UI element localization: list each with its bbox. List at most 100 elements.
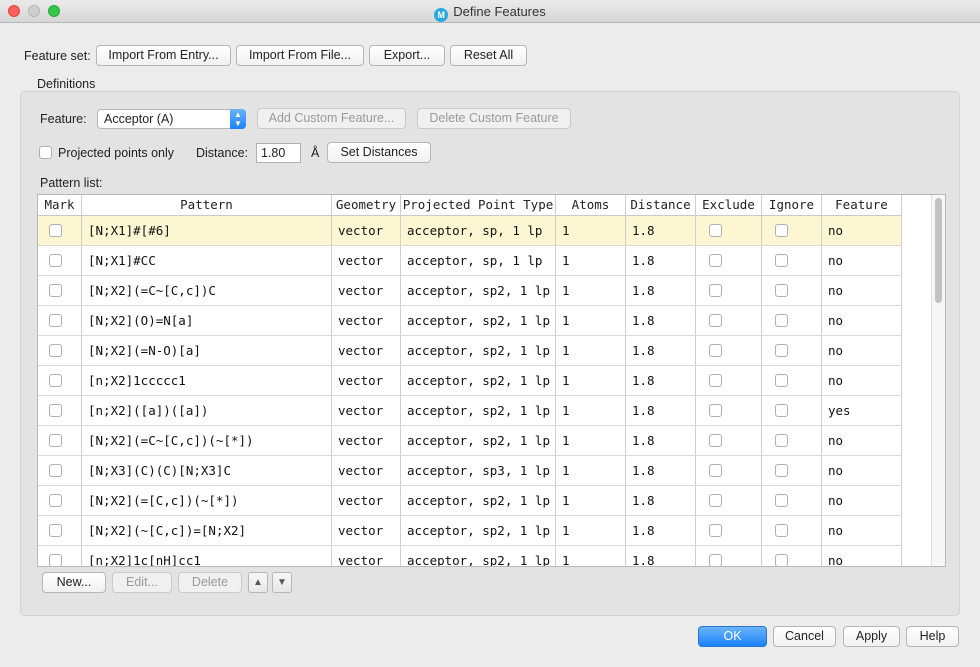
column-header-geometry[interactable]: Geometry bbox=[332, 195, 401, 215]
cell-atoms: 1 bbox=[556, 426, 626, 455]
table-row[interactable]: [N;X3](C)(C)[N;X3]C vector acceptor, sp3, … bbox=[38, 456, 902, 486]
mark-checkbox[interactable] bbox=[49, 374, 62, 387]
mark-checkbox[interactable] bbox=[49, 524, 62, 537]
table-row[interactable]: [n;X2]([a])([a]) vector acceptor, sp2, 1 l… bbox=[38, 396, 902, 426]
mark-checkbox[interactable] bbox=[49, 464, 62, 477]
ignore-checkbox[interactable] bbox=[775, 524, 788, 537]
new-pattern-button[interactable]: New... bbox=[42, 572, 106, 593]
mark-checkbox[interactable] bbox=[49, 434, 62, 447]
cell-geometry: vector bbox=[332, 306, 401, 335]
delete-custom-feature-button[interactable]: Delete Custom Feature bbox=[417, 108, 571, 129]
cell-feature: no bbox=[822, 366, 902, 395]
apply-button[interactable]: Apply bbox=[843, 626, 900, 647]
column-header-atoms[interactable]: Atoms bbox=[556, 195, 626, 215]
column-header-projected-point-type[interactable]: Projected Point Type bbox=[401, 195, 556, 215]
table-row[interactable]: [N;X1]#CC vector acceptor, sp, 1 lp 1 1.8 no bbox=[38, 246, 902, 276]
feature-select[interactable]: Acceptor (A) ▲ ▼ bbox=[97, 109, 246, 129]
cell-atoms: 1 bbox=[556, 366, 626, 395]
column-header-exclude[interactable]: Exclude bbox=[696, 195, 762, 215]
ignore-checkbox[interactable] bbox=[775, 224, 788, 237]
mark-checkbox[interactable] bbox=[49, 554, 62, 566]
distance-input[interactable]: 1.80 bbox=[256, 143, 301, 163]
table-row[interactable]: [N;X1]#[#6] vector acceptor, sp, 1 lp 1 1.8 n… bbox=[38, 216, 902, 246]
ignore-checkbox[interactable] bbox=[775, 254, 788, 267]
cell-feature: no bbox=[822, 426, 902, 455]
ignore-checkbox[interactable] bbox=[775, 344, 788, 357]
exclude-checkbox[interactable] bbox=[709, 344, 722, 357]
move-up-icon[interactable]: ▲ bbox=[248, 572, 268, 593]
scrollbar-thumb[interactable] bbox=[935, 198, 942, 303]
exclude-checkbox[interactable] bbox=[709, 554, 722, 566]
exclude-checkbox[interactable] bbox=[709, 404, 722, 417]
mark-checkbox[interactable] bbox=[49, 344, 62, 357]
cell-mark bbox=[38, 366, 82, 395]
exclude-checkbox[interactable] bbox=[709, 524, 722, 537]
export-button[interactable]: Export... bbox=[369, 45, 445, 66]
ignore-checkbox[interactable] bbox=[775, 494, 788, 507]
edit-pattern-button[interactable]: Edit... bbox=[112, 572, 172, 593]
table-row[interactable]: [N;X2](=N-O)[a] vector acceptor, sp2, 1 lp… bbox=[38, 336, 902, 366]
mark-checkbox[interactable] bbox=[49, 314, 62, 327]
table-scrollbar[interactable] bbox=[931, 195, 945, 566]
exclude-checkbox[interactable] bbox=[709, 224, 722, 237]
mark-checkbox[interactable] bbox=[49, 404, 62, 417]
table-row[interactable]: [n;X2]1c[nH]cc1 vector acceptor, sp2, 1 lp… bbox=[38, 546, 902, 566]
column-header-pattern[interactable]: Pattern bbox=[82, 195, 332, 215]
mark-checkbox[interactable] bbox=[49, 224, 62, 237]
cancel-button[interactable]: Cancel bbox=[773, 626, 836, 647]
table-row[interactable]: [N;X2](~[C,c])=[N;X2] vector acceptor, sp2… bbox=[38, 516, 902, 546]
cell-feature: no bbox=[822, 336, 902, 365]
ignore-checkbox[interactable] bbox=[775, 284, 788, 297]
exclude-checkbox[interactable] bbox=[709, 494, 722, 507]
ignore-checkbox[interactable] bbox=[775, 464, 788, 477]
cell-exclude bbox=[696, 486, 762, 515]
cell-mark bbox=[38, 276, 82, 305]
mark-checkbox[interactable] bbox=[49, 494, 62, 507]
cell-projected-point-type: acceptor, sp2, 1 lp bbox=[401, 276, 556, 305]
ignore-checkbox[interactable] bbox=[775, 374, 788, 387]
exclude-checkbox[interactable] bbox=[709, 434, 722, 447]
cell-feature: no bbox=[822, 516, 902, 545]
help-button[interactable]: Help bbox=[906, 626, 959, 647]
cell-ignore bbox=[762, 306, 822, 335]
ignore-checkbox[interactable] bbox=[775, 434, 788, 447]
add-custom-feature-button[interactable]: Add Custom Feature... bbox=[257, 108, 406, 129]
table-row[interactable]: [N;X2](=C~[C,c])C vector acceptor, sp2, 1 … bbox=[38, 276, 902, 306]
ignore-checkbox[interactable] bbox=[775, 554, 788, 566]
table-row[interactable]: [N;X2](=C~[C,c])(~[*]) vector acceptor, sp… bbox=[38, 426, 902, 456]
import-from-entry-button[interactable]: Import From Entry... bbox=[96, 45, 231, 66]
table-row[interactable]: [n;X2]1ccccc1 vector acceptor, sp2, 1 lp 1 1… bbox=[38, 366, 902, 396]
column-header-mark[interactable]: Mark bbox=[38, 195, 82, 215]
table-row[interactable]: [N;X2](=[C,c])(~[*]) vector acceptor, sp2,… bbox=[38, 486, 902, 516]
cell-exclude bbox=[696, 516, 762, 545]
cell-ignore bbox=[762, 516, 822, 545]
reset-all-button[interactable]: Reset All bbox=[450, 45, 527, 66]
cell-feature: no bbox=[822, 306, 902, 335]
ignore-checkbox[interactable] bbox=[775, 314, 788, 327]
column-header-feature[interactable]: Feature bbox=[822, 195, 902, 215]
column-header-ignore[interactable]: Ignore bbox=[762, 195, 822, 215]
delete-pattern-button[interactable]: Delete bbox=[178, 572, 242, 593]
move-down-icon[interactable]: ▼ bbox=[272, 572, 292, 593]
exclude-checkbox[interactable] bbox=[709, 254, 722, 267]
cell-mark bbox=[38, 396, 82, 425]
cell-mark bbox=[38, 216, 82, 245]
cell-pattern: [N;X2](=[C,c])(~[*]) bbox=[82, 486, 332, 515]
cell-projected-point-type: acceptor, sp2, 1 lp bbox=[401, 366, 556, 395]
exclude-checkbox[interactable] bbox=[709, 314, 722, 327]
ignore-checkbox[interactable] bbox=[775, 404, 788, 417]
mark-checkbox[interactable] bbox=[49, 284, 62, 297]
exclude-checkbox[interactable] bbox=[709, 464, 722, 477]
cell-mark bbox=[38, 456, 82, 485]
mark-checkbox[interactable] bbox=[49, 254, 62, 267]
set-distances-button[interactable]: Set Distances bbox=[327, 142, 431, 163]
table-row[interactable]: [N;X2](O)=N[a] vector acceptor, sp2, 1 lp 1… bbox=[38, 306, 902, 336]
ok-button[interactable]: OK bbox=[698, 626, 767, 647]
import-from-file-button[interactable]: Import From File... bbox=[236, 45, 364, 66]
exclude-checkbox[interactable] bbox=[709, 284, 722, 297]
projected-points-only-label: Projected points only bbox=[58, 146, 175, 160]
projected-points-only-checkbox[interactable] bbox=[39, 146, 52, 159]
exclude-checkbox[interactable] bbox=[709, 374, 722, 387]
cell-atoms: 1 bbox=[556, 216, 626, 245]
column-header-distance[interactable]: Distance bbox=[626, 195, 696, 215]
